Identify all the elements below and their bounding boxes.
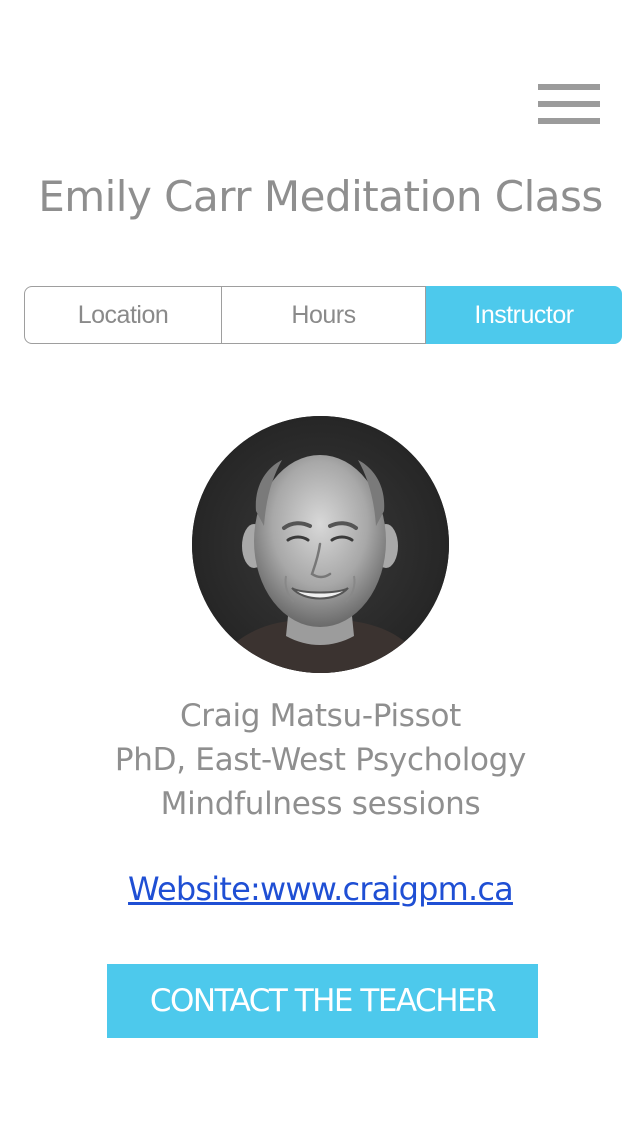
instructor-name: Craig Matsu-Pissot	[179, 698, 462, 734]
tab-location[interactable]: Location	[24, 286, 222, 344]
contact-teacher-button[interactable]: CONTACT THE TEACHER	[107, 964, 538, 1038]
instructor-sessions: Mindfulness sessions	[160, 786, 481, 822]
menu-bar-top	[538, 84, 600, 90]
instructor-photo	[192, 416, 449, 673]
website-link[interactable]: Website:www.craigpm.ca	[0, 870, 641, 908]
menu-bar-bottom	[538, 118, 600, 124]
page-title: Emily Carr Meditation Class	[38, 172, 603, 221]
instructor-degree: PhD, East-West Psychology	[114, 742, 527, 778]
tab-hours[interactable]: Hours	[222, 286, 426, 344]
segmented-tabs: Location Hours Instructor	[24, 286, 622, 344]
menu-bar-middle	[538, 101, 600, 107]
tab-instructor[interactable]: Instructor	[426, 286, 622, 344]
hamburger-menu-icon[interactable]	[536, 82, 602, 128]
